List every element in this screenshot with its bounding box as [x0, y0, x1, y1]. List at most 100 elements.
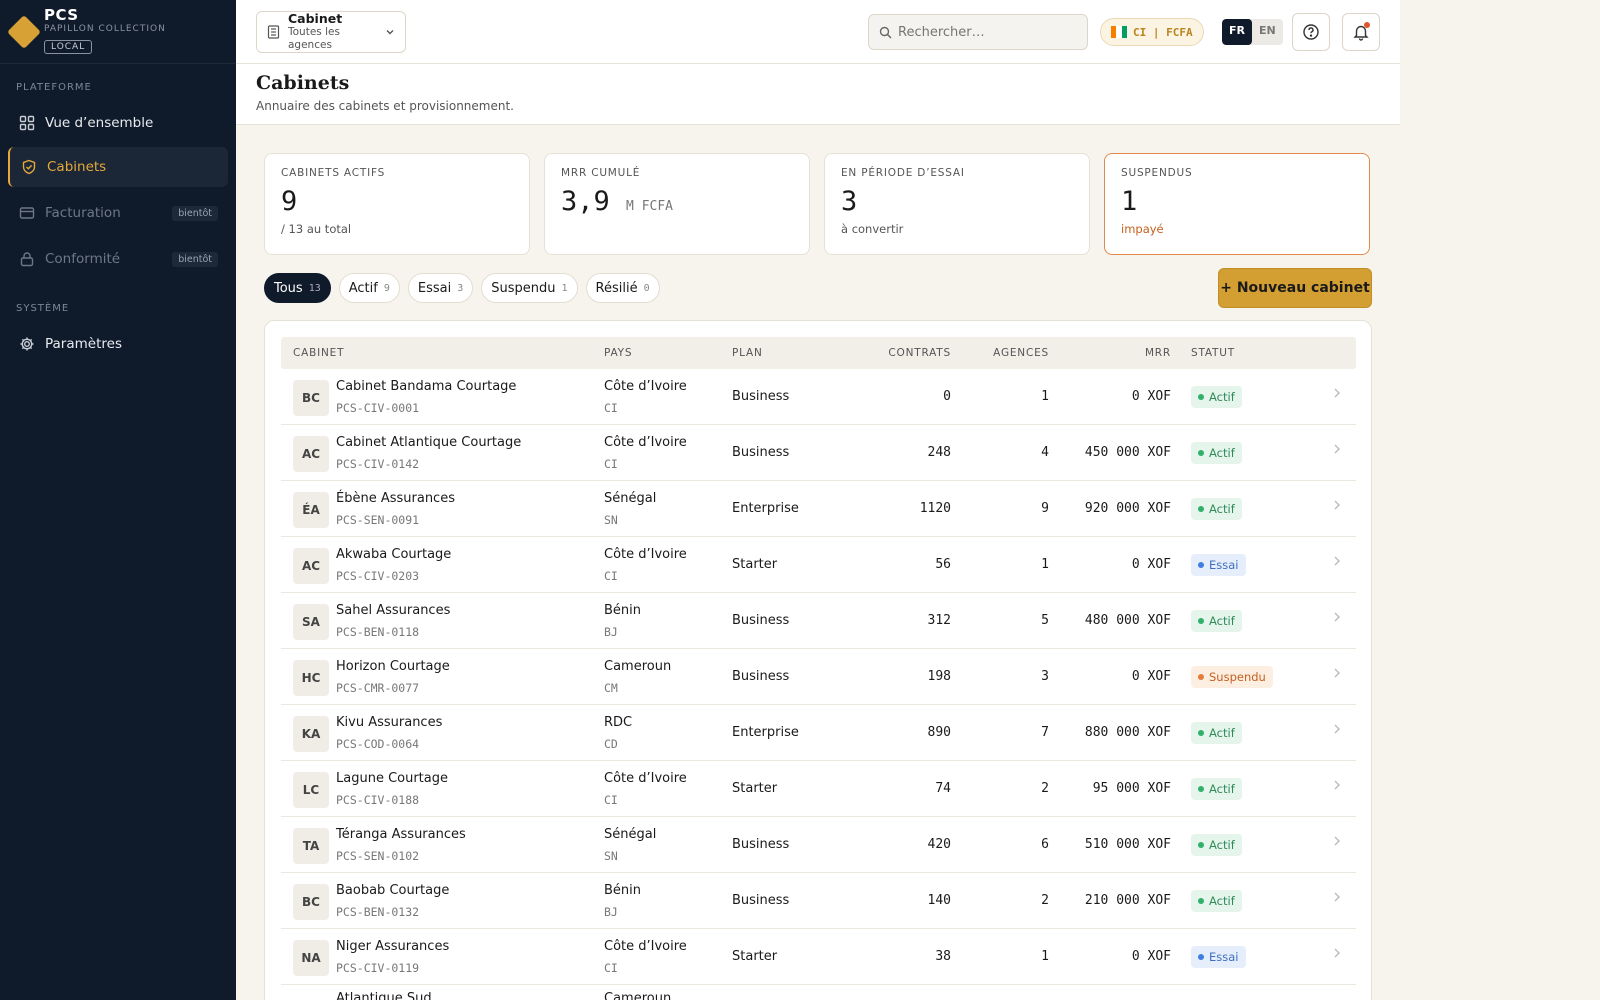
filter-terminated[interactable]: Résilié 0 [585, 273, 660, 303]
cabinet-plan: Enterprise [732, 725, 799, 740]
sidebar-item-cabinets[interactable]: Cabinets [8, 147, 228, 187]
cabinet-avatar: SA [293, 604, 329, 640]
mrr-value: 210 000 XOF [1084, 893, 1171, 908]
col-contracts[interactable]: CONTRATS [841, 347, 951, 359]
status-dot [1198, 898, 1204, 904]
cabinet-code: PCS-SEN-0102 [336, 849, 420, 863]
col-mrr[interactable]: MRR [1061, 347, 1171, 359]
brand-name: PCS [44, 6, 79, 24]
table-row[interactable]: BC Cabinet Bandama Courtage PCS-CIV-0001 Cô… [281, 369, 1356, 425]
table-row[interactable]: AC Cabinet Atlantique Courtage PCS-CIV-014… [281, 425, 1356, 481]
chevron-right-icon[interactable] [1333, 667, 1341, 683]
table-row[interactable]: TA Téranga Assurances PCS-SEN-0102 Sénégal S… [281, 817, 1356, 873]
col-country[interactable]: PAYS [604, 347, 632, 359]
sidebar-item-billing[interactable]: Facturation bientôt [8, 193, 228, 233]
status-badge: Actif [1191, 498, 1242, 520]
grid-icon [18, 114, 36, 132]
filter-all[interactable]: Tous 13 [264, 273, 331, 303]
stat-value: 3 [841, 186, 858, 217]
agencies-count: 1 [1041, 389, 1049, 404]
agencies-count: 1 [1041, 949, 1049, 964]
country-code: CM [604, 681, 618, 695]
cabinet-name[interactable]: Cabinet Atlantique Courtage [336, 435, 521, 450]
cabinet-plan: Enterprise [732, 501, 799, 516]
nav-section-system: SYSTÈME [16, 303, 70, 314]
search-box[interactable] [868, 14, 1088, 50]
new-cabinet-button[interactable]: + Nouveau cabinet [1218, 268, 1372, 308]
filter-trial[interactable]: Essai 3 [407, 273, 474, 303]
cabinets-table: CABINET PAYS PLAN CONTRATS AGENCES MRR S… [264, 320, 1372, 1000]
cabinet-selector[interactable]: Cabinet Toutes les agences [256, 11, 406, 53]
col-cabinet[interactable]: CABINET [293, 347, 344, 359]
cabinet-name[interactable]: Niger Assurances [336, 939, 449, 954]
cabinet-name[interactable]: Akwaba Courtage [336, 547, 451, 562]
col-agencies[interactable]: AGENCES [961, 347, 1049, 359]
status-badge: Actif [1191, 890, 1242, 912]
chevron-right-icon[interactable] [1333, 611, 1341, 627]
brand[interactable]: PCS PAPILLON COLLECTION LOCAL [0, 0, 236, 64]
help-icon [1302, 23, 1320, 41]
language-switch[interactable]: FR EN [1222, 19, 1283, 45]
notifications-button[interactable] [1342, 13, 1380, 51]
sidebar-item-overview[interactable]: Vue d’ensemble [8, 103, 228, 143]
table-row[interactable]: SA Sahel Assurances PCS-BEN-0118 Bénin BJ Bus… [281, 593, 1356, 649]
cabinet-code: PCS-CIV-0142 [336, 457, 420, 471]
status-dot [1198, 954, 1204, 960]
sidebar-item-compliance[interactable]: Conformité bientôt [8, 239, 228, 279]
chevron-right-icon[interactable] [1333, 387, 1341, 403]
table-row[interactable]: KA Kivu Assurances PCS-COD-0064 RDC CD Enterp… [281, 705, 1356, 761]
chevron-right-icon[interactable] [1333, 835, 1341, 851]
chevron-right-icon[interactable] [1333, 891, 1341, 907]
cabinet-name[interactable]: Lagune Courtage [336, 771, 448, 786]
cabinet-avatar: BC [293, 380, 329, 416]
table-row[interactable]: NA Niger Assurances PCS-CIV-0119 Côte d’Ivo… [281, 929, 1356, 985]
table-row[interactable]: HC Horizon Courtage PCS-CMR-0077 Cameroun CM… [281, 649, 1356, 705]
filter-active[interactable]: Actif 9 [338, 273, 400, 303]
country-currency-badge[interactable]: CI | FCFA [1100, 18, 1204, 46]
cabinet-name[interactable]: Cabinet Bandama Courtage [336, 379, 516, 394]
stat-card-trial: EN PÉRIODE D’ESSAI 3 à convertir [824, 153, 1090, 255]
lang-fr[interactable]: FR [1222, 19, 1252, 45]
stat-value: 1 [1121, 186, 1138, 217]
cabinet-name[interactable]: Sahel Assurances [336, 603, 450, 618]
col-status[interactable]: STATUT [1191, 347, 1235, 359]
cabinet-name[interactable]: Kivu Assurances [336, 715, 442, 730]
chevron-right-icon[interactable] [1333, 947, 1341, 963]
lang-en[interactable]: EN [1252, 19, 1283, 45]
chevron-right-icon[interactable] [1333, 499, 1341, 515]
filter-suspended[interactable]: Suspendu 1 [481, 273, 578, 303]
help-button[interactable] [1292, 13, 1330, 51]
table-row[interactable]: BC Baobab Courtage PCS-BEN-0132 Bénin BJ Busi… [281, 873, 1356, 929]
mrr-value: 880 000 XOF [1084, 725, 1171, 740]
country-code: CI [604, 961, 618, 975]
cabinet-avatar: AC [293, 548, 329, 584]
country-code: SN [604, 849, 618, 863]
status-badge: Actif [1191, 442, 1242, 464]
topbar: Cabinet Toutes les agences CI | FCFA FR … [236, 0, 1400, 64]
page-subtitle: Annuaire des cabinets et provisionnement… [256, 99, 514, 113]
contracts-count: 420 [927, 837, 951, 852]
cabinet-plan: Business [732, 389, 790, 404]
stat-card-suspended: SUSPENDUS 1 impayé [1104, 153, 1370, 255]
cabinet-name[interactable]: Baobab Courtage [336, 883, 449, 898]
status-dot [1198, 394, 1204, 400]
cabinet-plan: Business [732, 445, 790, 460]
table-row[interactable]: LC Lagune Courtage PCS-CIV-0188 Côte d’Ivoi… [281, 761, 1356, 817]
agencies-count: 1 [1041, 557, 1049, 572]
col-plan[interactable]: PLAN [732, 347, 763, 359]
table-row[interactable]: AC Akwaba Courtage PCS-CIV-0203 Côte d’Ivoi… [281, 537, 1356, 593]
chevron-right-icon[interactable] [1333, 443, 1341, 459]
cabinet-name[interactable]: Téranga Assurances [336, 827, 466, 842]
cabinet-name[interactable]: Horizon Courtage [336, 659, 450, 674]
search-input[interactable] [898, 24, 1068, 40]
table-row[interactable]: ÉA Ébène Assurances PCS-SEN-0091 Sénégal SN E… [281, 481, 1356, 537]
chevron-right-icon[interactable] [1333, 779, 1341, 795]
table-row-partial[interactable]: Atlantique Sud Cameroun [281, 981, 1356, 1000]
cabinet-country: Sénégal [604, 491, 657, 506]
chevron-right-icon[interactable] [1333, 723, 1341, 739]
sidebar-item-settings[interactable]: Paramètres [8, 324, 228, 364]
chevron-right-icon[interactable] [1333, 555, 1341, 571]
cabinet-name[interactable]: Ébène Assurances [336, 491, 455, 506]
sidebar-item-label: Conformité [45, 251, 121, 267]
country-code: CI [604, 793, 618, 807]
